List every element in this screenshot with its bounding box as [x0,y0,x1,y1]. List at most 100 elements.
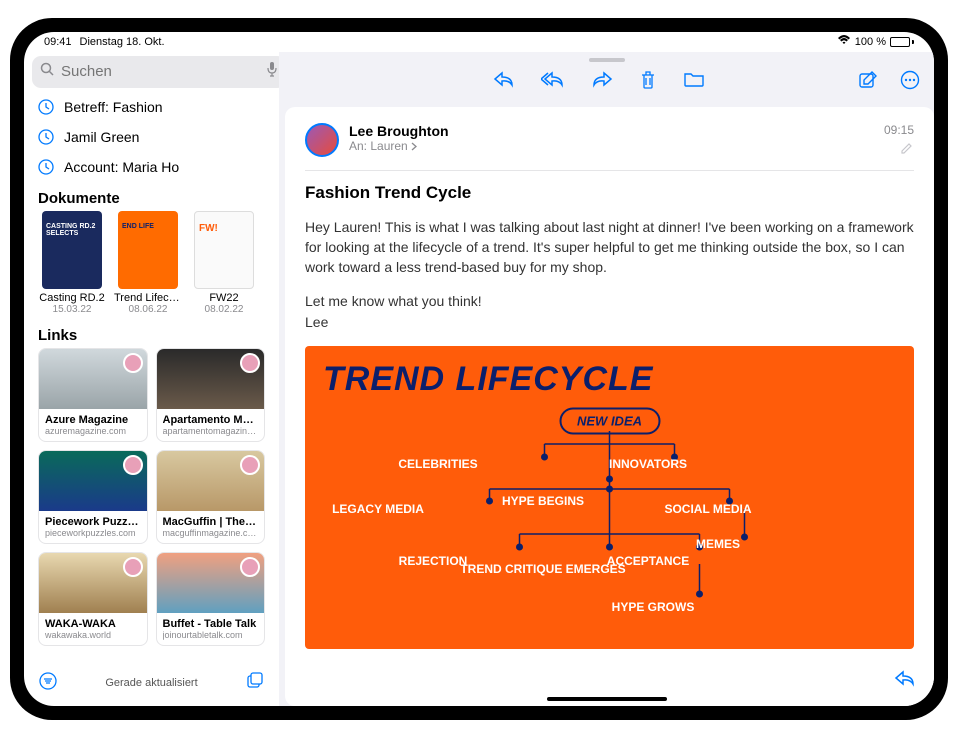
avatar-icon[interactable] [305,123,339,157]
avatar-icon [240,353,260,373]
document-date: 08.02.22 [205,304,244,315]
folder-icon[interactable] [683,70,705,95]
links-section-title: Links [24,319,279,348]
diagram-label: REJECTION [399,554,468,568]
home-indicator[interactable] [547,697,667,701]
reply-icon[interactable] [493,70,515,95]
sidebar-footer: Gerade aktualisiert [24,661,279,706]
mic-icon[interactable] [266,61,278,82]
battery-icon [890,37,914,47]
link-title: Piecework Puzzles [45,516,141,528]
status-bar: 09:41 Dienstag 18. Okt. 100 % [24,32,934,52]
link-domain: wakawaka.world [45,630,141,640]
link-domain: macguffinmagazine.com [163,528,259,538]
diagram-label: CELEBRITIES [398,457,477,471]
compose-icon[interactable] [858,70,878,95]
search-input[interactable] [61,63,260,80]
edit-icon[interactable] [884,141,914,160]
links-grid: Azure Magazineazuremagazine.com Apartame… [24,348,279,646]
document-name: Casting RD.2 [38,292,106,304]
diagram: NEW IDEA CELEBRITIES INNOVATORS LEGACY M… [323,409,896,629]
screen: 09:41 Dienstag 18. Okt. 100 % Abbrechen … [24,32,934,706]
document-name: FW22 [190,292,258,304]
main-pane: Lee Broughton An: Lauren 09:15 Fashion T… [279,52,934,706]
email-view: Lee Broughton An: Lauren 09:15 Fashion T… [285,107,934,706]
diagram-label: ACCEPTANCE [607,554,689,568]
link-domain: pieceworkpuzzles.com [45,528,141,538]
link-card[interactable]: Piecework Puzzlespieceworkpuzzles.com [38,450,148,544]
email-header: Lee Broughton An: Lauren 09:15 [305,123,914,171]
link-card[interactable]: Apartamento Maga…apartamentomagazine.c… [156,348,266,442]
document-item[interactable]: FW! FW22 08.02.22 [190,211,258,315]
to-label: An: [349,139,367,153]
documents-row: CASTING RD.2 SELECTS Casting RD.2 15.03.… [24,211,279,319]
suggestion-person[interactable]: Jamil Green [38,122,265,152]
link-card[interactable]: WAKA-WAKAwakawaka.world [38,552,148,646]
avatar-icon [240,455,260,475]
avatar-icon [123,455,143,475]
avatar-icon [240,557,260,577]
document-thumb: CASTING RD.2 SELECTS [42,211,102,289]
more-icon[interactable] [900,70,920,95]
attachment-title: TREND LIFECYCLE [323,360,896,399]
link-title: Apartamento Maga… [163,414,259,426]
link-title: Azure Magazine [45,414,141,426]
link-card[interactable]: Buffet - Table Talkjoinourtabletalk.com [156,552,266,646]
document-item[interactable]: CASTING RD.2 SELECTS Casting RD.2 15.03.… [38,211,106,315]
search-icon [40,62,55,82]
suggestion-account[interactable]: Account: Maria Ho [38,152,265,182]
diagram-node: NEW IDEA [559,407,660,434]
sync-status: Gerade aktualisiert [58,677,245,689]
ipad-frame: 09:41 Dienstag 18. Okt. 100 % Abbrechen … [10,18,948,720]
link-card[interactable]: Azure Magazineazuremagazine.com [38,348,148,442]
attachment-image[interactable]: TREND LIFECYCLE [305,346,914,649]
document-name: Trend Lifecycle [114,292,182,304]
link-domain: azuremagazine.com [45,426,141,436]
link-domain: apartamentomagazine.c… [163,426,259,436]
wifi-icon [837,35,851,48]
avatar-icon [123,353,143,373]
sender-name[interactable]: Lee Broughton [349,123,884,139]
suggestion-label: Jamil Green [64,129,139,145]
toolbar [279,62,934,101]
recipient-line[interactable]: An: Lauren [349,139,884,153]
email-paragraph: Let me know what you think!Lee [305,291,914,332]
document-item[interactable]: END LIFE Trend Lifecycle 08.06.22 [114,211,182,315]
status-time: 09:41 [44,36,72,48]
diagram-label: MEMES [696,537,740,551]
recipient-name: Lauren [370,139,407,153]
suggestion-label: Betreff: Fashion [64,99,163,115]
link-domain: joinourtabletalk.com [163,630,259,640]
battery-pct: 100 % [855,36,886,48]
link-title: MacGuffin | The Lif… [163,516,259,528]
suggestion-subject[interactable]: Betreff: Fashion [38,92,265,122]
link-title: WAKA-WAKA [45,618,141,630]
trash-icon[interactable] [639,70,657,95]
email-time: 09:15 [884,123,914,137]
document-date: 08.06.22 [129,304,168,315]
document-thumb: FW! [194,211,254,289]
forward-icon[interactable] [591,70,613,95]
search-field[interactable] [32,56,286,88]
sidebar: Abbrechen Betreff: Fashion Jamil Green A… [24,52,279,706]
compose-icon[interactable] [245,671,265,696]
filter-icon[interactable] [38,671,58,696]
diagram-label: SOCIAL MEDIA [664,502,751,516]
search-suggestions: Betreff: Fashion Jamil Green Account: Ma… [24,92,279,182]
diagram-label: LEGACY MEDIA [332,502,424,516]
link-title: Buffet - Table Talk [163,618,259,630]
diagram-label: INNOVATORS [609,457,687,471]
suggestion-label: Account: Maria Ho [64,159,179,175]
email-body: Hey Lauren! This is what I was talking a… [305,217,914,332]
avatar-icon [123,557,143,577]
document-thumb: END LIFE [118,211,178,289]
link-card[interactable]: MacGuffin | The Lif…macguffinmagazine.co… [156,450,266,544]
diagram-label: HYPE BEGINS [502,494,584,508]
diagram-lines [323,409,896,629]
diagram-label: TREND CRITIQUE EMERGES [460,562,625,576]
diagram-label: HYPE GROWS [612,600,695,614]
reply-icon[interactable] [894,669,916,692]
docs-section-title: Dokumente [24,182,279,211]
email-paragraph: Hey Lauren! This is what I was talking a… [305,217,914,278]
reply-all-icon[interactable] [541,70,565,95]
